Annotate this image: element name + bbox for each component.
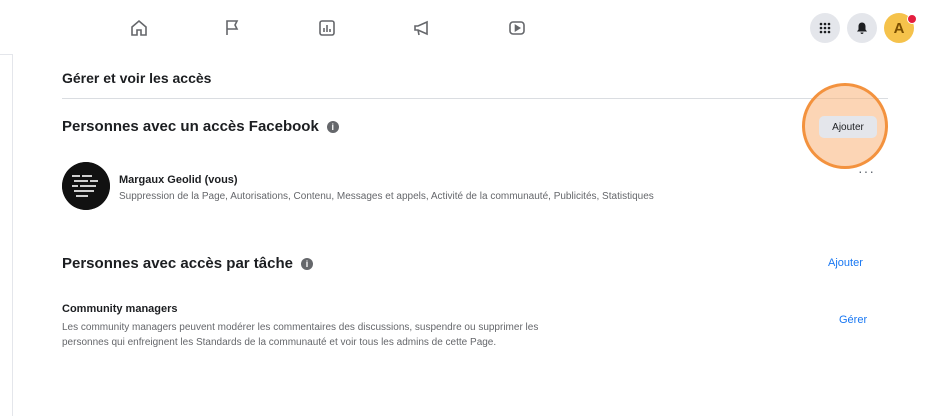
info-icon[interactable]: i: [326, 120, 339, 133]
facebook-access-heading-text: Personnes avec un accès Facebook: [62, 118, 319, 135]
community-managers-description: Les community managers peuvent modérer l…: [62, 322, 539, 348]
video-icon[interactable]: [506, 17, 528, 39]
info-icon[interactable]: i: [300, 257, 313, 270]
divider: [62, 98, 888, 99]
facebook-access-heading: Personnes avec un accès Facebook i: [62, 118, 339, 135]
person-avatar: [62, 162, 110, 210]
top-navigation-bar: A: [0, 0, 929, 55]
home-icon[interactable]: [128, 17, 150, 39]
notification-dot: [907, 14, 917, 24]
add-task-access-link[interactable]: Ajouter: [828, 257, 863, 269]
section-title: Gérer et voir les accès: [62, 70, 212, 86]
grid-menu-icon[interactable]: [810, 13, 840, 43]
community-managers-title: Community managers: [62, 303, 178, 315]
flag-icon[interactable]: [221, 17, 243, 39]
avatar-letter: A: [893, 19, 905, 37]
megaphone-icon[interactable]: [411, 17, 433, 39]
person-name: Margaux Geolid (vous): [119, 174, 238, 186]
task-access-heading-text: Personnes avec accès par tâche: [62, 255, 293, 272]
manage-link[interactable]: Gérer: [839, 314, 867, 326]
task-access-heading: Personnes avec accès par tâche i: [62, 255, 313, 272]
access-card: [12, 54, 929, 416]
add-facebook-access-button[interactable]: Ajouter: [819, 116, 877, 138]
person-permissions: Suppression de la Page, Autorisations, C…: [119, 191, 654, 202]
more-options-icon[interactable]: ···: [858, 163, 875, 179]
bell-icon[interactable]: [847, 13, 877, 43]
insights-icon[interactable]: [316, 17, 338, 39]
